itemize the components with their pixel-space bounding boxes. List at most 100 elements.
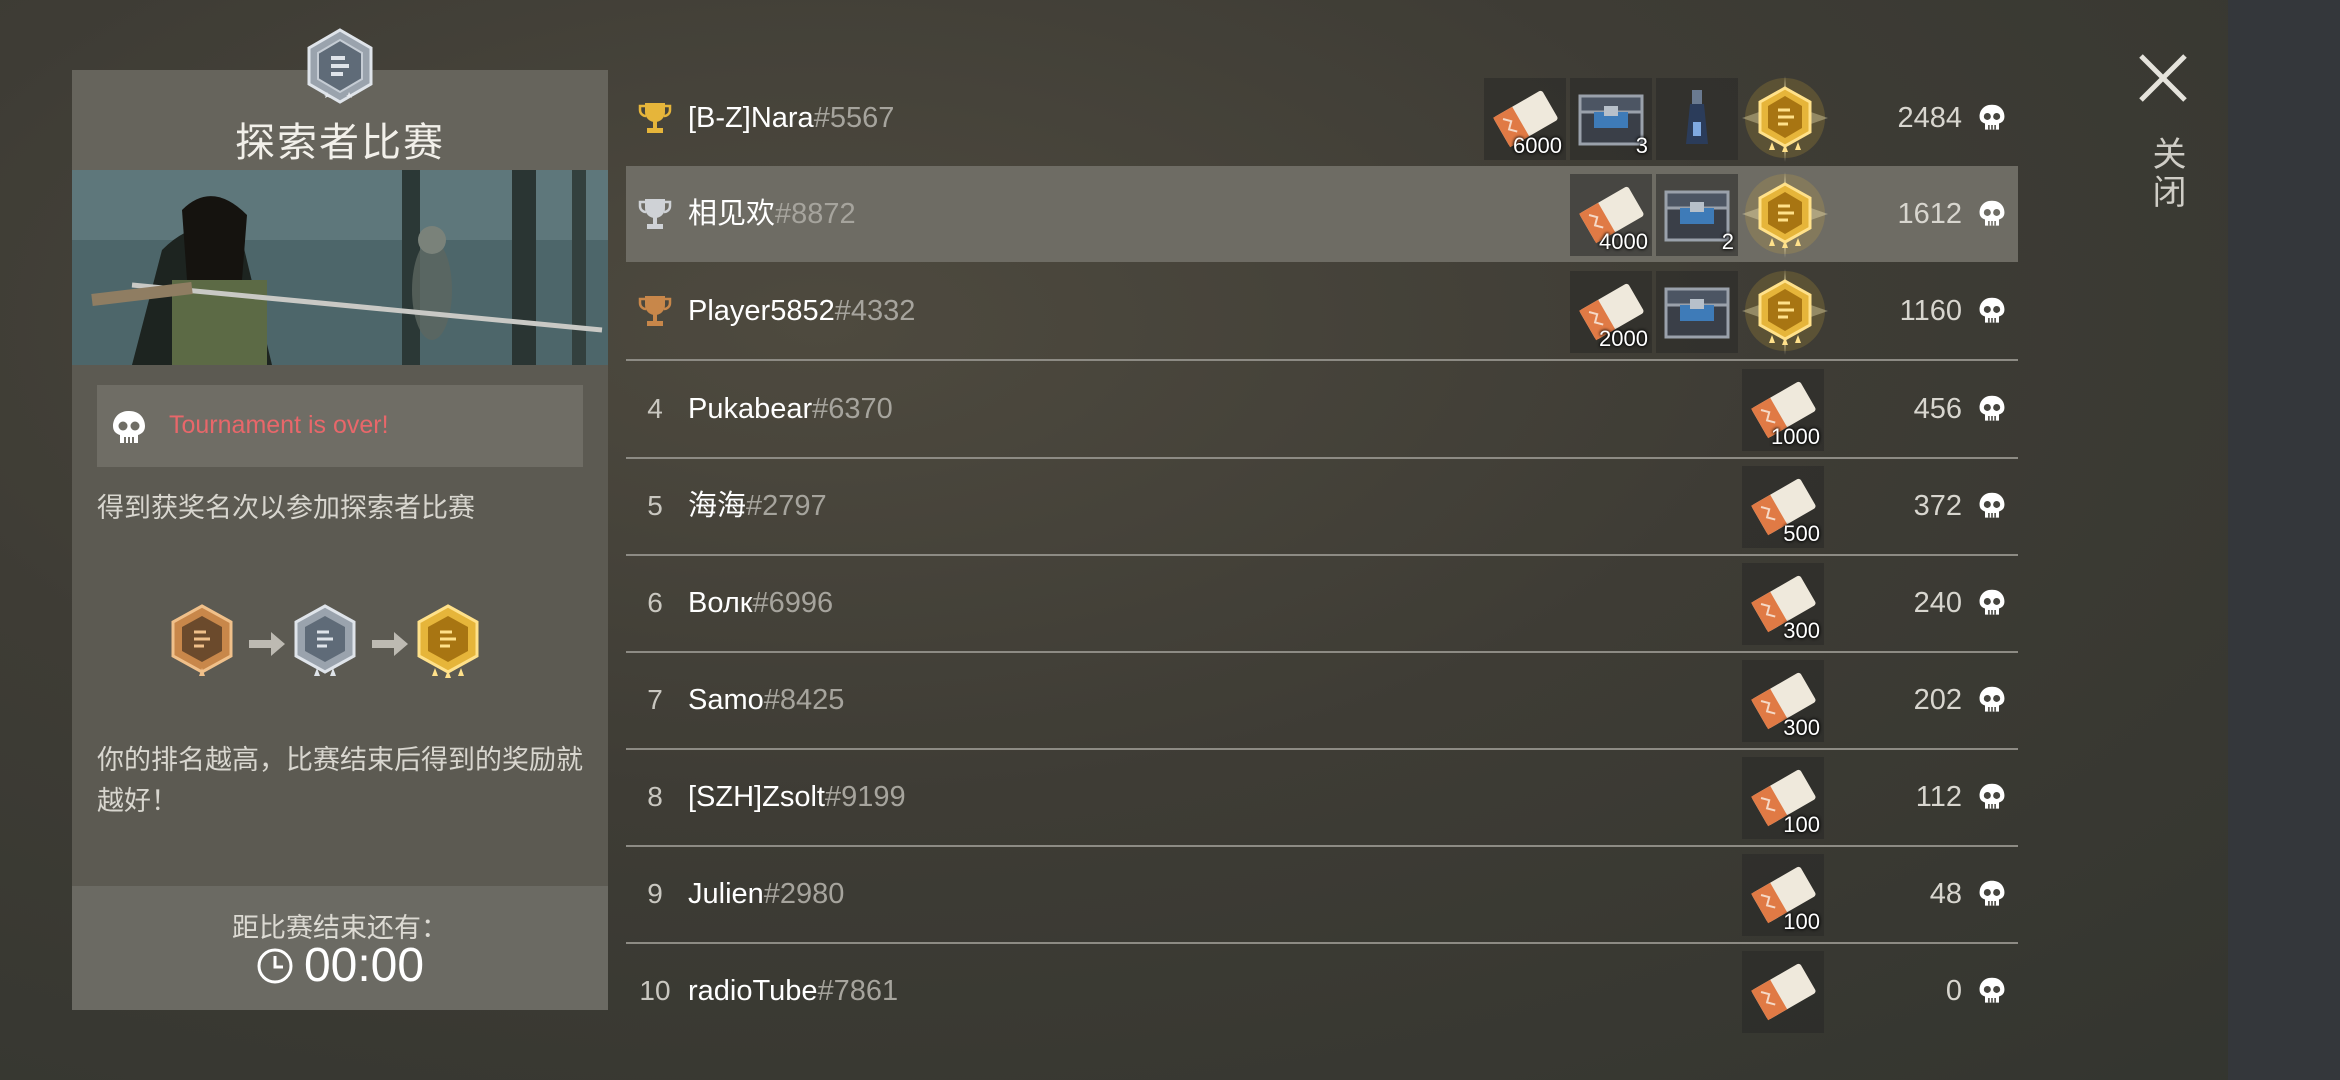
- rank-cell: 8: [626, 749, 684, 845]
- ticket-count: 300: [1783, 715, 1820, 740]
- rank-cell: 9: [626, 846, 684, 942]
- skull-icon: [1979, 783, 2005, 809]
- score-value: 240: [1913, 587, 1962, 619]
- ticket-count: 1000: [1771, 424, 1820, 449]
- ticket-reward: 500: [1742, 466, 1824, 548]
- medal-reward: [1740, 267, 1830, 357]
- rank-cell: 6: [626, 555, 684, 651]
- ticket-reward: 300: [1742, 563, 1824, 645]
- clock-icon: [257, 948, 293, 984]
- leaderboard-row[interactable]: 4 Pukabear#6370 1000 456: [626, 361, 2018, 459]
- rank-number: 7: [647, 684, 663, 715]
- player-name[interactable]: [B-Z]Nara#5567: [688, 70, 894, 166]
- countdown-timer: 00:00: [72, 938, 608, 993]
- player-name[interactable]: 相见欢#8872: [688, 166, 856, 262]
- ticket-count: 300: [1783, 618, 1820, 643]
- rank-cell: [626, 70, 684, 166]
- rank-progression: [171, 604, 479, 678]
- gold-medal-icon: [1742, 76, 1828, 162]
- time-left-value: 00:00: [303, 939, 425, 992]
- ticket-icon: [1751, 963, 1816, 1021]
- player-name[interactable]: 海海#2797: [688, 458, 827, 554]
- score-value: 372: [1913, 490, 1962, 522]
- player-name[interactable]: Волк#6996: [688, 555, 833, 651]
- rank-number: 4: [647, 393, 663, 424]
- score-value: 1612: [1897, 198, 1962, 230]
- player-tag: #8425: [763, 684, 845, 716]
- leaderboard-row[interactable]: Player5852#4332 2000 1160: [626, 263, 2018, 361]
- ticket-reward: 4000: [1570, 174, 1652, 256]
- skull-icon: [1979, 492, 2005, 518]
- player-name-text: Samo: [688, 684, 764, 716]
- silver-rank-badge-icon: [307, 28, 373, 104]
- tournament-status-box: Tournament is over!: [97, 385, 583, 467]
- player-name[interactable]: Samo#8425: [688, 652, 844, 748]
- ticket-reward: 2000: [1570, 271, 1652, 353]
- leaderboard-row[interactable]: [B-Z]Nara#5567 3 6000 2484: [626, 70, 2018, 166]
- rank-number: 6: [647, 587, 663, 618]
- player-name[interactable]: [SZH]Zsolt#9199: [688, 749, 906, 845]
- gold-medal-icon: [1742, 172, 1828, 258]
- leaderboard-row[interactable]: 5 海海#2797 500 372: [626, 458, 2018, 556]
- score-value: 1160: [1899, 295, 1962, 327]
- leaderboard-row[interactable]: 相见欢#8872 2 4000 1612: [626, 166, 2018, 262]
- chest-icon: [1664, 287, 1730, 339]
- bronze-rank-badge-icon: [171, 604, 233, 676]
- leaderboard-row[interactable]: 7 Samo#8425 300 202: [626, 652, 2018, 750]
- player-tag: #6996: [752, 587, 834, 619]
- chest-reward: 3: [1570, 78, 1652, 160]
- skull-icon: [1979, 589, 2005, 615]
- gold-medal-icon: [1742, 269, 1828, 355]
- score-value: 202: [1913, 684, 1962, 716]
- rank-number: 10: [639, 975, 671, 1006]
- ticket-reward: 300: [1742, 660, 1824, 742]
- player-tag: #5567: [813, 102, 895, 134]
- player-name-text: 相见欢: [688, 198, 776, 230]
- player-tag: #6370: [812, 393, 893, 425]
- countdown-footer: 距比赛结束还有： 00:00: [72, 886, 608, 1010]
- ticket-count: 500: [1783, 521, 1820, 546]
- rank-cell: 10: [626, 943, 684, 1039]
- player-tag: #2980: [763, 878, 845, 910]
- player-name-text: 海海: [688, 490, 747, 522]
- chest-count: 2: [1721, 229, 1734, 254]
- leaderboard-row[interactable]: 10 radioTube#7861 0: [626, 943, 2018, 1039]
- skull-icon: [1979, 104, 2005, 130]
- leaderboard-row[interactable]: 8 [SZH]Zsolt#9199 100 112: [626, 749, 2018, 847]
- bronze-trophy-icon: [638, 296, 672, 326]
- medal-reward: [1740, 74, 1830, 164]
- player-tag: #9199: [824, 781, 906, 813]
- arrow-right-icon: [249, 632, 285, 656]
- potion-reward: [1656, 78, 1738, 160]
- rank-cell: [626, 166, 684, 262]
- ticket-reward: 100: [1742, 757, 1824, 839]
- skull-icon: [1979, 686, 2005, 712]
- leaderboard-row[interactable]: 6 Волк#6996 300 240: [626, 555, 2018, 653]
- skull-icon: [113, 411, 145, 443]
- score-value: 0: [1945, 975, 1962, 1007]
- player-name-text: [B-Z]Nara: [688, 102, 814, 134]
- player-name[interactable]: radioTube#7861: [688, 943, 898, 1039]
- gold-trophy-icon: [638, 103, 672, 133]
- ticket-count: 100: [1783, 909, 1820, 934]
- player-name[interactable]: Player5852#4332: [688, 263, 915, 359]
- rank-cell: 5: [626, 458, 684, 554]
- tournament-status-text: Tournament is over!: [169, 411, 389, 439]
- leaderboard: [B-Z]Nara#5567 3 6000 2484 相见欢#8872 2 4000 1612…: [626, 70, 2018, 1033]
- score-value: 112: [1915, 781, 1962, 813]
- score-value: 456: [1913, 393, 1962, 425]
- chest-reward: 2: [1656, 174, 1738, 256]
- player-name-text: Волк: [688, 587, 753, 619]
- player-tag: #4332: [834, 295, 916, 327]
- arrow-right-icon: [372, 632, 408, 656]
- leaderboard-row[interactable]: 9 Julien#2980 100 48: [626, 846, 2018, 944]
- player-name[interactable]: Julien#2980: [688, 846, 844, 942]
- medal-reward: [1740, 170, 1830, 260]
- ticket-count: 6000: [1513, 133, 1562, 158]
- close-label[interactable]: 关闭: [2142, 136, 2191, 212]
- player-name[interactable]: Pukabear#6370: [688, 361, 893, 457]
- player-tag: #8872: [775, 198, 856, 230]
- reward-hint-text: 你的排名越高，比赛结束后得到的奖励就越好！: [97, 745, 583, 816]
- close-icon[interactable]: [2135, 50, 2191, 106]
- player-name-text: Player5852: [688, 295, 835, 327]
